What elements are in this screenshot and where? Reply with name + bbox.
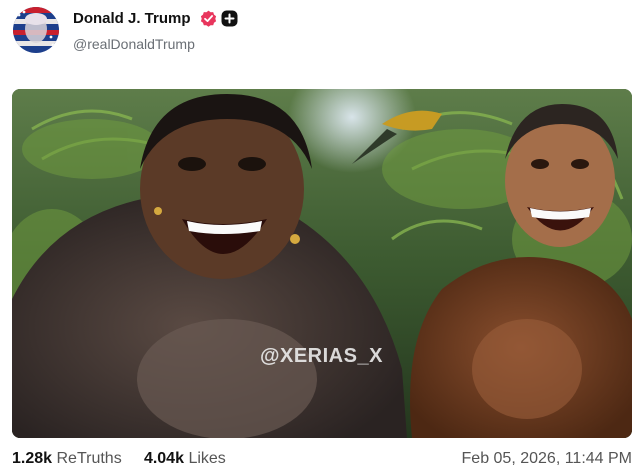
retruths-stat[interactable]: 1.28k ReTruths <box>12 450 122 467</box>
author-name[interactable]: Donald J. Trump <box>73 10 191 27</box>
post-media-image[interactable]: @XERIAS_X <box>12 89 632 438</box>
post-timestamp[interactable]: Feb 05, 2026, 11:44 PM <box>462 450 632 468</box>
author-handle[interactable]: @realDonaldTrump <box>73 36 195 52</box>
author-avatar[interactable] <box>13 7 59 53</box>
media-watermark: @XERIAS_X <box>260 345 383 367</box>
likes-label: Likes <box>188 450 226 467</box>
likes-stat[interactable]: 4.04k Likes <box>144 450 226 467</box>
plus-badge-icon <box>221 10 238 27</box>
verified-badge-icon <box>200 10 217 27</box>
retruths-count: 1.28k <box>12 450 53 467</box>
retruths-label: ReTruths <box>56 450 122 467</box>
post-footer: 1.28k ReTruths 4.04k Likes Feb 05, 2026,… <box>12 450 632 468</box>
likes-count: 4.04k <box>143 450 184 467</box>
